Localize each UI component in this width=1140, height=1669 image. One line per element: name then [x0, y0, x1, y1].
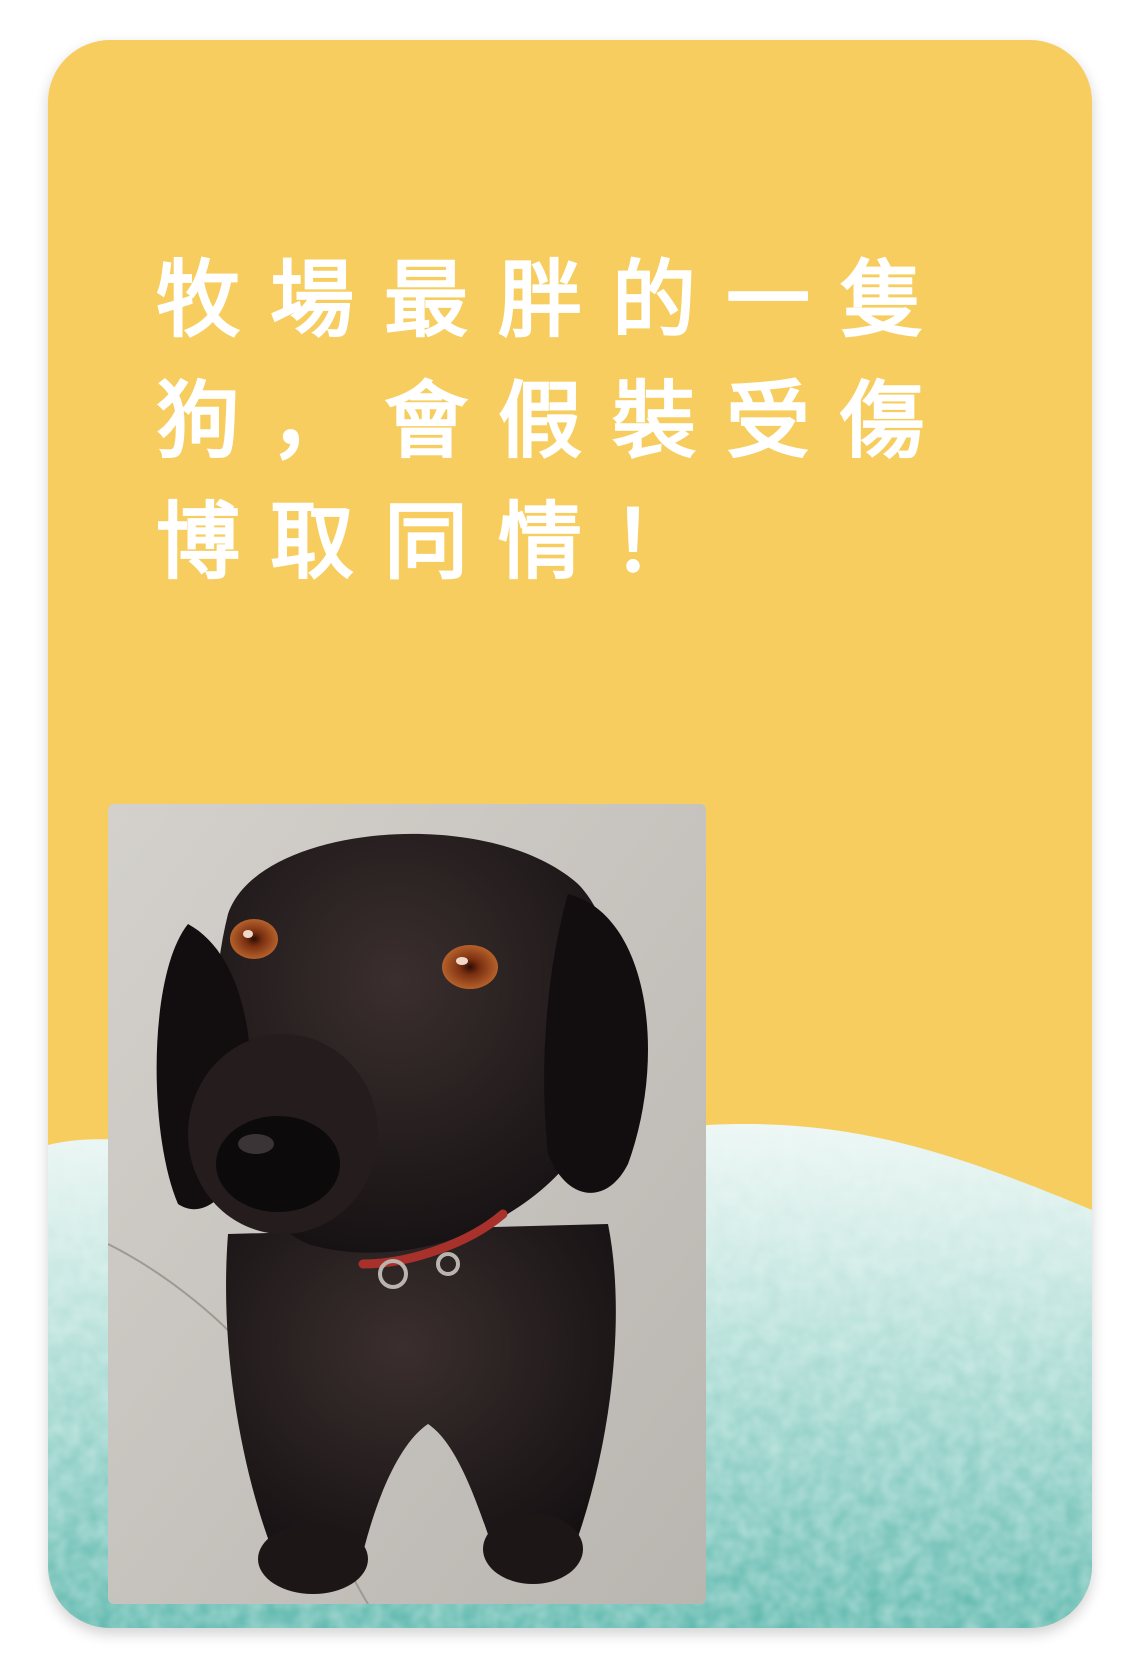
- page: 牧場最胖的一隻狗，會假裝受傷博取同情！: [0, 0, 1140, 1669]
- story-card: 牧場最胖的一隻狗，會假裝受傷博取同情！: [48, 40, 1092, 1628]
- dog-photo: [108, 804, 706, 1604]
- headline-text: 牧場最胖的一隻狗，會假裝受傷博取同情！: [156, 251, 955, 591]
- dog-photo-illustration: [108, 804, 706, 1604]
